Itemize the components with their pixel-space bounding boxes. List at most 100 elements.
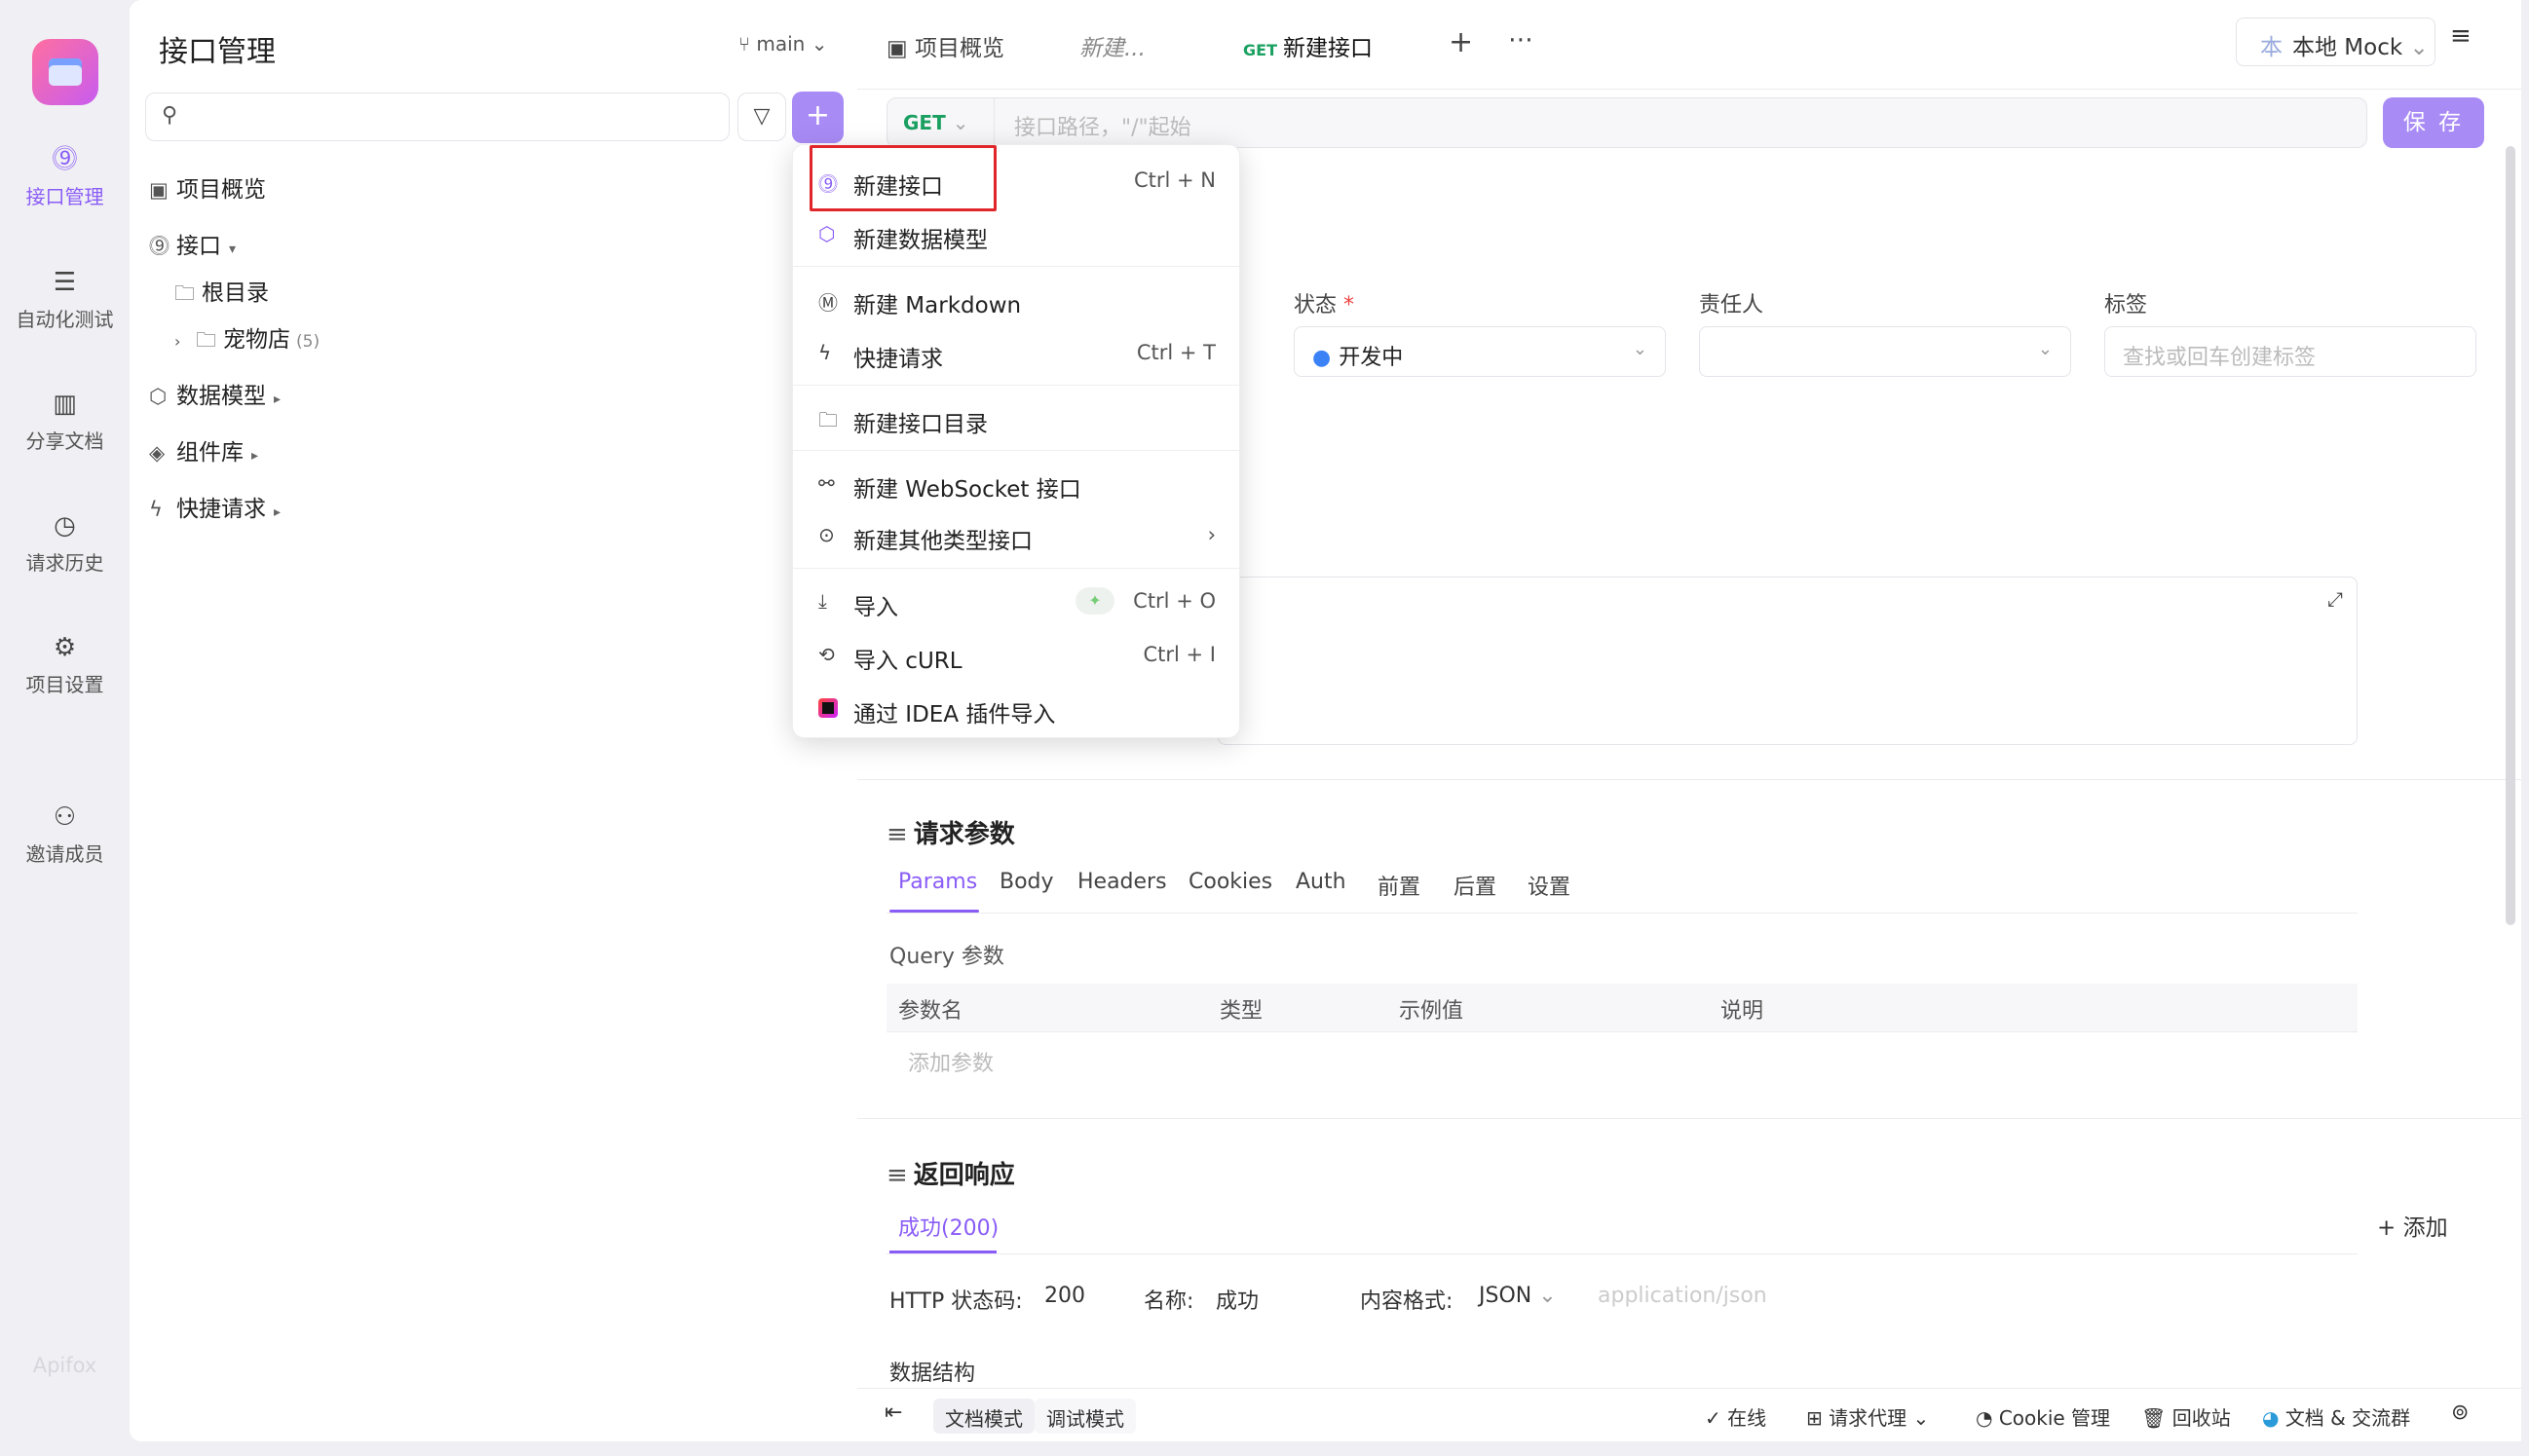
tab-body[interactable]: Body: [1000, 870, 1054, 894]
chevron-down-icon: ⌄: [1912, 1406, 1930, 1430]
expand-icon[interactable]: ⤢: [2327, 587, 2343, 611]
doc-mode-toggle[interactable]: 文档模式: [933, 1399, 1035, 1434]
websocket-icon: ⚯: [818, 471, 835, 495]
menu-item-new-websocket[interactable]: ⚯ 新建 WebSocket 接口: [793, 460, 1241, 508]
menu-item-other-types[interactable]: ⊙ 新建其他类型接口 ›: [793, 511, 1241, 560]
column-header: 说明: [1720, 999, 1764, 1024]
status-label: 状态 *: [1294, 287, 1354, 318]
env-badge: 本: [2260, 35, 2283, 60]
tab-headers[interactable]: Headers: [1077, 870, 1167, 894]
method-badge: GET: [1243, 41, 1277, 59]
user-plus-icon: ⚇: [53, 803, 77, 832]
tab-post[interactable]: 后置: [1453, 870, 1496, 901]
rail-item-automation[interactable]: ☰ 自动化测试: [0, 269, 130, 332]
book-icon: ▥: [53, 390, 77, 419]
scrollbar[interactable]: [2506, 146, 2515, 925]
menu-item-quick-request[interactable]: ϟ 快捷请求 Ctrl + T: [793, 329, 1241, 378]
debug-mode-toggle[interactable]: 调试模式: [1035, 1399, 1136, 1434]
tab-response-200[interactable]: 成功(200): [898, 1211, 999, 1242]
status-label: 请求代理: [1829, 1406, 1907, 1430]
caret-down-icon: ▾: [229, 242, 237, 257]
status-label: Cookie 管理: [1998, 1406, 2111, 1430]
menu-item-new-schema[interactable]: ⬡ 新建数据模型: [793, 210, 1241, 259]
trash-button[interactable]: 🗑 回收站: [2141, 1402, 2231, 1431]
chevron-down-icon: ⌄: [952, 111, 969, 134]
save-button[interactable]: 保 存: [2383, 97, 2484, 148]
tree-item-components[interactable]: ◈ 组件库 ▸: [149, 433, 258, 467]
mock-env-selector[interactable]: 本本地 Mock ⌄: [2236, 18, 2435, 66]
tab-overview[interactable]: ▣ 项目概览: [887, 29, 1004, 62]
clock-icon: ◷: [54, 511, 76, 541]
status-dot-icon: ●: [1312, 346, 1332, 370]
description-editor[interactable]: ⤢: [1218, 577, 2358, 745]
api-icon: ⓽: [149, 235, 170, 258]
add-param-input[interactable]: 添加参数: [908, 1046, 994, 1077]
rail-item-api[interactable]: ⓽ 接口管理: [0, 146, 130, 209]
menu-shortcut: Ctrl + O: [1133, 589, 1216, 613]
resp-name-input[interactable]: 成功: [1216, 1284, 1259, 1315]
menu-item-new-markdown[interactable]: Ⓜ 新建 Markdown: [793, 276, 1241, 324]
filter-button[interactable]: ▽: [737, 93, 786, 141]
rail-item-share-docs[interactable]: ▥ 分享文档: [0, 391, 130, 454]
tab-auth[interactable]: Auth: [1296, 870, 1346, 894]
section-icon: ≡: [887, 820, 908, 849]
search-input[interactable]: ⚲: [145, 93, 730, 141]
menu-item-import[interactable]: ⤓ 导入 ✦ Ctrl + O: [793, 578, 1241, 626]
tags-input[interactable]: 查找或回车创建标签: [2104, 326, 2476, 377]
add-response-button[interactable]: + 添加: [2377, 1209, 2448, 1242]
http-code-input[interactable]: 200: [1044, 1284, 1085, 1308]
rail-item-invite[interactable]: ⚇ 邀请成员: [0, 803, 130, 867]
caret-right-icon: ▸: [274, 392, 282, 407]
tab-pre[interactable]: 前置: [1378, 870, 1420, 901]
plus-icon: +: [2377, 1215, 2403, 1241]
env-label: 本地 Mock: [2292, 35, 2403, 60]
curl-icon: ⟲: [818, 643, 835, 666]
new-button[interactable]: +: [792, 92, 844, 143]
tab-new-api[interactable]: GET 新建接口: [1243, 29, 1373, 62]
rail-item-settings[interactable]: ⚙ 项目设置: [0, 634, 130, 697]
tab-cookies[interactable]: Cookies: [1189, 870, 1272, 894]
collapse-sidebar-icon[interactable]: ⇤: [885, 1400, 902, 1425]
status-select[interactable]: ● 开发中 ⌄: [1294, 326, 1666, 377]
url-input[interactable]: 接口路径，"/"起始: [1014, 110, 1191, 141]
gear-icon: ⚙: [53, 633, 77, 662]
owner-select[interactable]: ⌄: [1699, 326, 2071, 377]
menu-label: 新建数据模型: [853, 228, 988, 253]
upgrade-icon[interactable]: ⊚: [2451, 1400, 2469, 1425]
hamburger-icon[interactable]: ≡: [2450, 21, 2472, 51]
method-select[interactable]: GET ⌄: [887, 98, 995, 147]
rail-label: 接口管理: [25, 185, 104, 208]
bolt-icon: ϟ: [149, 498, 163, 521]
menu-item-import-curl[interactable]: ⟲ 导入 cURL Ctrl + I: [793, 631, 1241, 680]
tab-params[interactable]: Params: [898, 870, 977, 894]
bolt-icon: ϟ: [818, 341, 832, 364]
tab-draft[interactable]: 新建...: [1079, 29, 1146, 62]
sidebar-title: 接口管理: [159, 35, 276, 69]
content-format-select[interactable]: JSON ⌄: [1479, 1284, 1557, 1308]
more-icon[interactable]: ⋯: [1508, 25, 1533, 55]
cube-icon: ⬡: [149, 385, 168, 408]
tree-item-quick-requests[interactable]: ϟ 快捷请求 ▸: [149, 490, 281, 523]
column-header: 示例值: [1399, 999, 1464, 1024]
tree-item-apis[interactable]: ⓽ 接口 ▾: [149, 227, 236, 260]
rail-item-history[interactable]: ◷ 请求历史: [0, 512, 130, 576]
cookie-manager[interactable]: ◔ Cookie 管理: [1976, 1402, 2110, 1431]
menu-item-idea-import[interactable]: 通过 IDEA 插件导入: [793, 685, 1241, 733]
proxy-menu[interactable]: ⊞ 请求代理 ⌄: [1806, 1402, 1929, 1431]
menu-item-new-folder[interactable]: 🗀 新建接口目录: [793, 394, 1241, 443]
tree-item-root[interactable]: 🗀 根目录: [174, 274, 269, 314]
format-value: JSON: [1479, 1284, 1532, 1308]
tree-item-petstore[interactable]: › 🗀 宠物店 (5): [174, 320, 320, 360]
branch-selector[interactable]: ⑂ main ⌄: [738, 32, 827, 56]
column-header: 类型: [1220, 999, 1264, 1024]
response-section-title: ≡ 返回响应: [887, 1155, 1015, 1191]
tree-item-schemas[interactable]: ⬡ 数据模型 ▸: [149, 377, 281, 410]
chevron-down-icon: ⌄: [811, 32, 828, 56]
add-tab-button[interactable]: +: [1449, 25, 1473, 59]
tree-item-overview[interactable]: ▣ 项目概览: [149, 170, 266, 204]
chevron-right-icon: ›: [174, 332, 181, 351]
tab-settings[interactable]: 设置: [1528, 870, 1570, 901]
cookie-icon: ◔: [1976, 1406, 1999, 1430]
online-status[interactable]: ✓ 在线: [1705, 1402, 1766, 1431]
community-button[interactable]: ◕ 文档 & 交流群: [2262, 1402, 2410, 1431]
